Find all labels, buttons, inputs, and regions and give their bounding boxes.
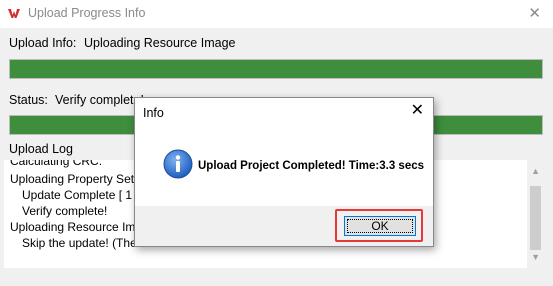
dialog-message: Upload Project Completed! Time:3.3 secs	[198, 160, 425, 172]
window-titlebar: Upload Progress Info ✕	[0, 0, 553, 28]
scroll-up-icon[interactable]: ▲	[531, 166, 540, 176]
upload-info-value: Uploading Resource Image	[84, 36, 236, 50]
log-scrollbar[interactable]: ▲ ▼	[527, 160, 544, 268]
upload-log-title: Upload Log	[9, 142, 73, 156]
scroll-thumb[interactable]	[530, 186, 541, 250]
window-title: Upload Progress Info	[28, 6, 146, 20]
status-value: Verify complete!	[55, 93, 144, 107]
log-line: Update Complete [ 1	[22, 188, 133, 202]
upload-progress-bar	[9, 59, 543, 79]
dialog-body: Upload Project Completed! Time:3.3 secs	[135, 128, 433, 206]
ok-button-label: OK	[371, 219, 389, 233]
upload-progress-fill	[10, 60, 542, 78]
window-close-icon[interactable]: ✕	[528, 6, 541, 21]
info-dialog: Info ✕ Upload Project Completed! Time:3.…	[134, 97, 434, 247]
log-line: Calculating CRC.	[10, 160, 103, 168]
dialog-titlebar: Info ✕	[135, 98, 433, 128]
scroll-down-icon[interactable]: ▼	[531, 252, 540, 262]
status-label: Status:	[9, 93, 48, 107]
info-icon	[163, 149, 193, 179]
ok-button[interactable]: OK	[344, 216, 416, 236]
brand-logo-icon	[8, 9, 20, 18]
dialog-close-icon[interactable]: ✕	[411, 103, 424, 119]
upload-info-label: Upload Info:	[9, 36, 77, 50]
dialog-footer: OK	[135, 206, 433, 246]
log-line: Verify complete!	[22, 204, 108, 218]
dialog-title: Info	[143, 106, 164, 120]
log-line: Skip the update! (The	[22, 236, 137, 250]
